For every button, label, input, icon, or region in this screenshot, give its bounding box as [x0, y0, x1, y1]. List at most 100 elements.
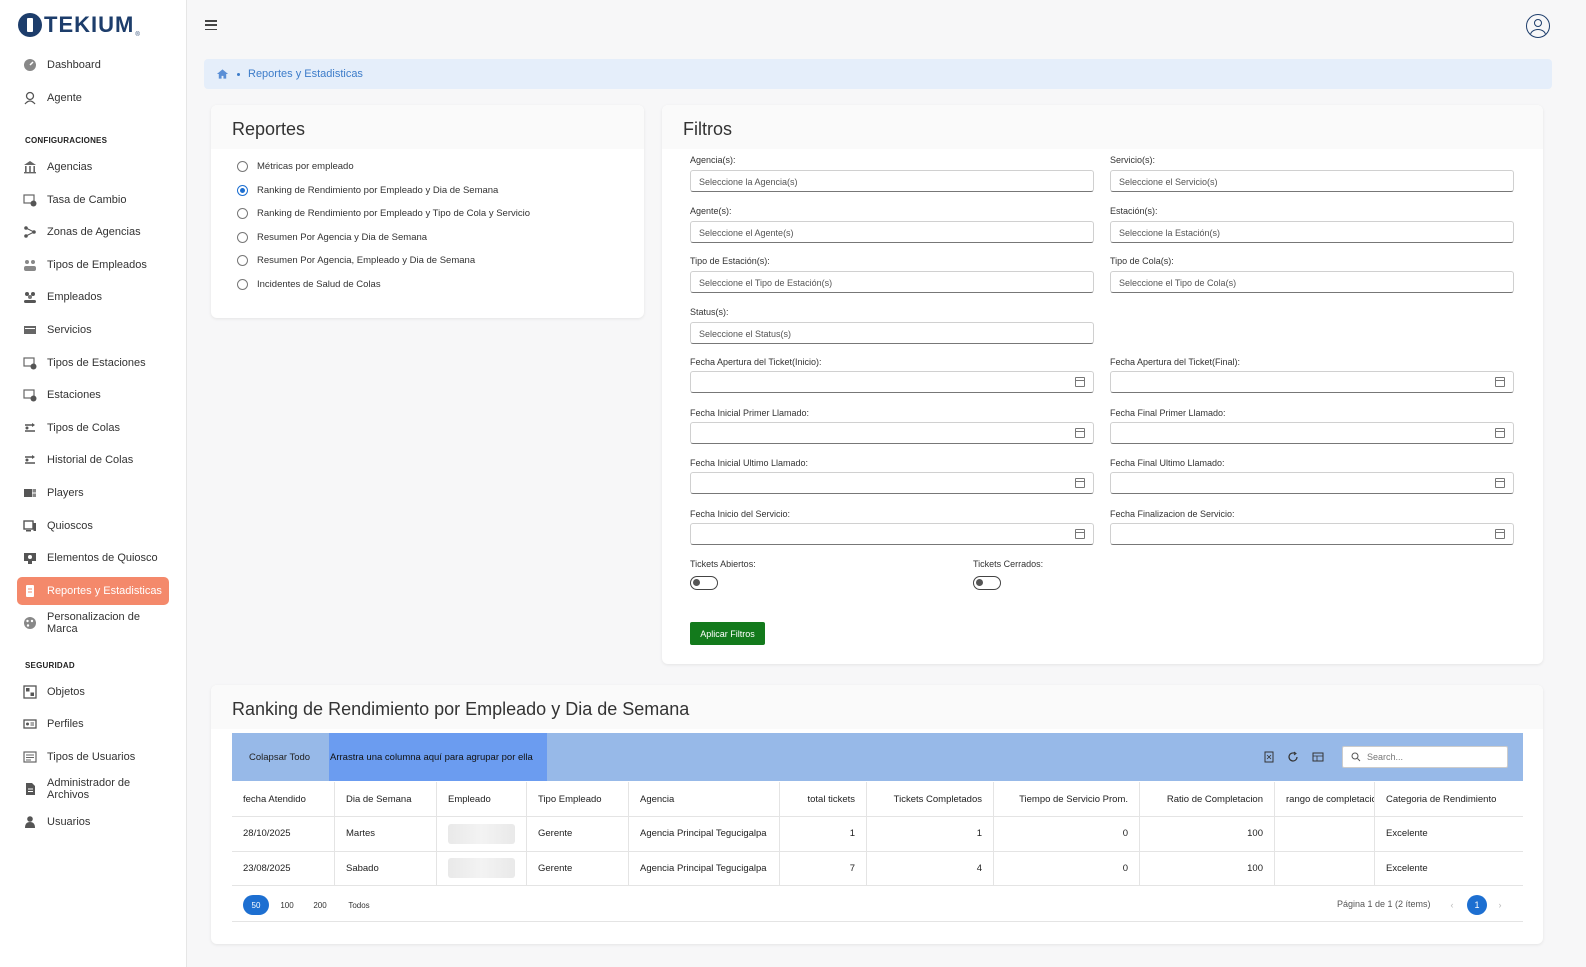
sidebar-item-empleados[interactable]: Empleados: [17, 283, 169, 311]
sidebar-item-tipos-de-empleados[interactable]: Tipos de Empleados: [17, 251, 169, 279]
filter-select[interactable]: Seleccione el Agente(s): [690, 220, 1094, 243]
sidebar-item-perfiles[interactable]: Perfiles: [17, 710, 169, 738]
sidebar-item-tipos-de-colas[interactable]: Tipos de Colas: [17, 414, 169, 442]
sidebar-item-label: Zonas de Agencias: [47, 226, 141, 239]
calendar-icon[interactable]: [1495, 478, 1505, 488]
sidebar-item-players[interactable]: Players: [17, 479, 169, 507]
report-option[interactable]: Ranking de Rendimiento por Empleado y Di…: [237, 184, 498, 196]
branding-icon: [23, 616, 37, 630]
radio-button[interactable]: [237, 208, 248, 220]
filter-label: Servicio(s):: [1110, 155, 1156, 165]
filter-select[interactable]: Seleccione el Status(s): [690, 321, 1094, 344]
table-cell: 0: [994, 817, 1140, 851]
column-header[interactable]: fecha Atendido: [232, 782, 335, 816]
sidebar-item-label: Tipos de Usuarios: [47, 750, 136, 763]
radio-button[interactable]: [237, 279, 248, 290]
user-profile-icon[interactable]: [1526, 14, 1550, 38]
sidebar-item-tasa-de-cambio[interactable]: Tasa de Cambio: [17, 186, 169, 214]
breadcrumb-current[interactable]: Reportes y Estadisticas: [248, 68, 363, 80]
prev-page-button[interactable]: ‹: [1442, 895, 1462, 915]
refresh-icon[interactable]: [1287, 751, 1299, 763]
filter-select[interactable]: Seleccione el Tipo de Cola(s): [1110, 271, 1514, 293]
page-size-option[interactable]: 100: [274, 895, 300, 915]
sidebar-item-estaciones[interactable]: Estaciones: [17, 381, 169, 409]
date-input[interactable]: [690, 472, 1094, 494]
column-header[interactable]: total tickets: [780, 782, 867, 816]
calendar-icon[interactable]: [1075, 427, 1085, 438]
sidebar-item-zonas-de-agencias[interactable]: Zonas de Agencias: [17, 218, 169, 246]
page-size-option[interactable]: 50: [243, 895, 269, 915]
page-size-option[interactable]: 200: [307, 895, 333, 915]
filter-select[interactable]: Seleccione el Tipo de Estación(s): [690, 271, 1094, 293]
column-header[interactable]: Tiempo de Servicio Prom.: [994, 782, 1140, 816]
kiosk-icon: [23, 519, 37, 533]
sidebar-item-tipos-de-usuarios[interactable]: Tipos de Usuarios: [17, 743, 169, 771]
report-option[interactable]: Resumen Por Agencia y Dia de Semana: [237, 231, 427, 243]
toggle-switch[interactable]: [973, 576, 1001, 590]
sidebar-item-servicios[interactable]: Servicios: [17, 316, 169, 344]
column-header[interactable]: Categoria de Rendimiento: [1375, 782, 1523, 816]
sidebar-item-quioscos[interactable]: Quioscos: [17, 512, 169, 540]
report-option[interactable]: Métricas por empleado: [237, 161, 354, 172]
calendar-icon[interactable]: [1495, 528, 1505, 539]
export-excel-icon[interactable]: [1263, 751, 1275, 763]
date-input[interactable]: [1110, 371, 1514, 393]
calendar-icon[interactable]: [1075, 377, 1085, 387]
date-input[interactable]: [1110, 522, 1514, 545]
calendar-icon[interactable]: [1495, 377, 1505, 387]
column-chooser-icon[interactable]: [1312, 751, 1324, 763]
sidebar-item-personalizacion-de-marca[interactable]: Personalizacion de Marca: [17, 609, 169, 637]
radio-button[interactable]: [237, 184, 248, 196]
page-button-1[interactable]: 1: [1467, 895, 1487, 915]
date-input[interactable]: [1110, 421, 1514, 444]
sidebar-item-elementos-de-quiosco[interactable]: Elementos de Quiosco: [17, 544, 169, 572]
page-size-option[interactable]: Todos: [344, 895, 374, 915]
sidebar-item-agencias[interactable]: Agencias: [17, 153, 169, 181]
apply-filters-button[interactable]: Aplicar Filtros: [690, 622, 765, 645]
sidebar-item-historial-de-colas[interactable]: Historial de Colas: [17, 446, 169, 474]
radio-button[interactable]: [237, 161, 248, 172]
report-option[interactable]: Ranking de Rendimiento por Empleado y Ti…: [237, 208, 530, 220]
next-page-button[interactable]: ›: [1490, 895, 1510, 915]
calendar-icon[interactable]: [1075, 528, 1085, 539]
column-header[interactable]: Tipo Empleado: [527, 782, 629, 816]
tekium-logo[interactable]: TEKIUM ®: [18, 12, 140, 38]
column-header[interactable]: Agencia: [629, 782, 780, 816]
sidebar-item-agente[interactable]: Agente: [17, 84, 169, 112]
radio-button[interactable]: [237, 231, 248, 243]
column-header[interactable]: Empleado: [437, 782, 527, 816]
menu-toggle-icon[interactable]: [204, 18, 218, 32]
calendar-icon[interactable]: [1495, 427, 1505, 438]
radio-button[interactable]: [237, 255, 248, 267]
grid-search-input[interactable]: Search...: [1342, 746, 1508, 768]
table-row[interactable]: 23/08/2025 Sabado Gerente Agencia Principal…: [232, 851, 1523, 886]
filter-select[interactable]: Seleccione la Estación(s): [1110, 220, 1514, 243]
group-panel[interactable]: Arrastra una columna aquí para agrupar p…: [329, 733, 547, 781]
date-filter-label: Fecha Finalizacion de Servicio:: [1110, 508, 1235, 519]
date-input[interactable]: [690, 371, 1094, 393]
calendar-icon[interactable]: [1075, 478, 1085, 488]
column-header[interactable]: Tickets Completados: [867, 782, 994, 816]
user-types-icon: [23, 750, 37, 764]
table-cell: Gerente: [527, 851, 629, 885]
column-header[interactable]: Ratio de Completacion: [1140, 782, 1275, 816]
sidebar-item-administrador-de-archivos[interactable]: Administrador de Archivos: [17, 775, 169, 803]
column-header[interactable]: Dia de Semana: [335, 782, 437, 816]
filter-select[interactable]: Seleccione el Servicio(s): [1110, 170, 1514, 192]
report-option[interactable]: Resumen Por Agencia, Empleado y Dia de S…: [237, 255, 475, 267]
sidebar-item-objetos[interactable]: Objetos: [17, 678, 169, 706]
sidebar-item-dashboard[interactable]: Dashboard: [17, 51, 169, 79]
column-header[interactable]: rango de completacion: [1275, 782, 1375, 816]
report-option[interactable]: Incidentes de Salud de Colas: [237, 279, 381, 290]
table-row[interactable]: 28/10/2025 Martes Gerente Agencia Principal…: [232, 817, 1523, 852]
date-input[interactable]: [690, 522, 1094, 545]
date-input[interactable]: [1110, 472, 1514, 494]
toggle-switch[interactable]: [690, 576, 718, 590]
date-input[interactable]: [690, 421, 1094, 444]
filter-select[interactable]: Seleccione la Agencia(s): [690, 170, 1094, 192]
sidebar-item-usuarios[interactable]: Usuarios: [17, 808, 169, 836]
collapse-all-button[interactable]: Colapsar Todo: [249, 752, 310, 763]
sidebar-item-tipos-de-estaciones[interactable]: Tipos de Estaciones: [17, 349, 169, 377]
home-icon[interactable]: [216, 68, 229, 80]
sidebar-item-reportes-y-estadisticas[interactable]: Reportes y Estadisticas: [17, 576, 169, 605]
